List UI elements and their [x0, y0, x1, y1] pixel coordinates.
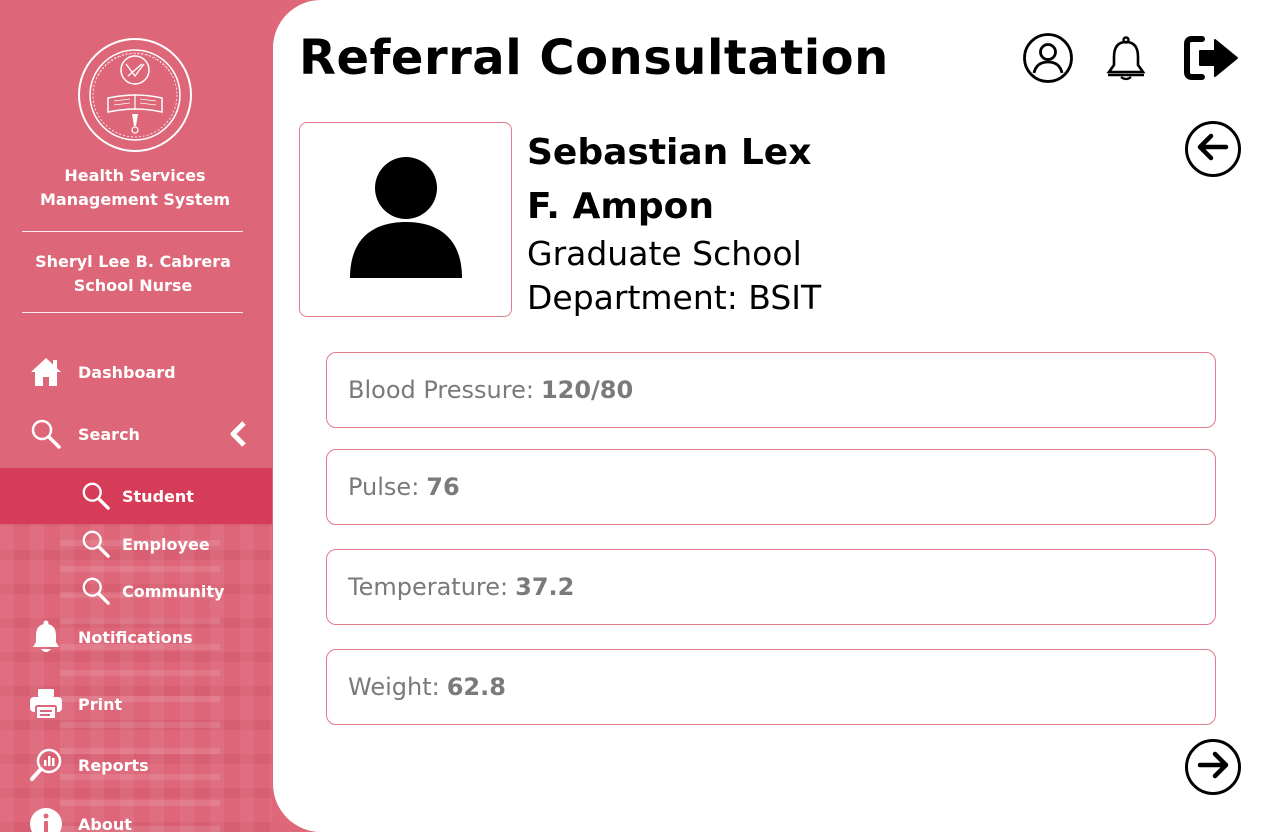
sidebar-item-label: Print [78, 694, 123, 714]
vital-value: 62.8 [446, 673, 506, 701]
page-title: Referral Consultation [299, 30, 889, 86]
vital-value: 37.2 [515, 573, 575, 601]
sidebar-item-community[interactable]: Community [0, 571, 272, 611]
arrow-left-icon [1197, 133, 1229, 165]
printer-icon [28, 686, 64, 722]
user-avatar-icon [348, 156, 464, 284]
bell-icon [1104, 35, 1148, 85]
sidebar-item-reports[interactable]: Reports [0, 745, 272, 785]
sidebar-item-about[interactable]: About [0, 804, 272, 832]
patient-info: Graduate School Department: BSIT [527, 232, 821, 320]
chevron-left-icon[interactable] [228, 420, 248, 448]
vital-temperature: Temperature: 37.2 [326, 549, 1216, 625]
app-title-line2: Management System [40, 190, 230, 209]
university-seal-logo [78, 38, 192, 152]
app-title: Health Services Management System [0, 164, 270, 212]
logout-button[interactable] [1184, 32, 1240, 88]
user-role: School Nurse [73, 276, 193, 295]
sidebar-item-label: Reports [78, 755, 149, 775]
info-icon [28, 806, 64, 832]
vital-value: 76 [426, 473, 460, 501]
notifications-button[interactable] [1098, 32, 1154, 88]
vital-value: 120/80 [540, 376, 634, 404]
vital-label: Blood Pressure: [348, 376, 534, 404]
vital-label: Weight: [348, 673, 440, 701]
sidebar-item-label: About [78, 814, 132, 832]
sidebar-item-employee[interactable]: Employee [0, 524, 272, 564]
search-icon [28, 416, 64, 452]
patient-name-line1: Sebastian Lex [527, 132, 812, 173]
arrow-right-icon [1197, 751, 1229, 783]
patient-school: Graduate School [527, 234, 802, 273]
report-search-icon [28, 747, 64, 783]
back-button[interactable] [1185, 121, 1241, 177]
sidebar-item-student[interactable]: Student [0, 468, 272, 524]
search-icon [78, 478, 114, 514]
home-icon [28, 354, 64, 390]
sidebar-item-label: Notifications [78, 627, 193, 647]
vital-label: Pulse: [348, 473, 420, 501]
user-name: Sheryl Lee B. Cabrera [35, 252, 231, 271]
sidebar-item-dashboard[interactable]: Dashboard [0, 352, 272, 392]
next-button[interactable] [1185, 739, 1241, 795]
patient-name: Sebastian Lex F. Ampon [527, 126, 811, 234]
main-panel: Referral Consultation Sebastian Lex F. A… [273, 0, 1280, 832]
sidebar-divider [22, 312, 243, 313]
sidebar-item-label: Dashboard [78, 362, 176, 382]
vital-pulse: Pulse: 76 [326, 449, 1216, 525]
patient-name-line2: F. Ampon [527, 186, 715, 227]
sidebar-item-label: Community [122, 581, 225, 601]
search-icon [78, 573, 114, 609]
sidebar-item-print[interactable]: Print [0, 684, 272, 724]
vital-blood-pressure: Blood Pressure: 120/80 [326, 352, 1216, 428]
sidebar-divider [22, 231, 243, 232]
user-profile-button[interactable] [1020, 32, 1076, 88]
sidebar-item-label: Student [122, 486, 194, 506]
sidebar-item-notifications[interactable]: Notifications [0, 617, 272, 657]
sidebar: Health Services Management System Sheryl… [0, 0, 272, 832]
vital-label: Temperature: [348, 573, 509, 601]
vital-weight: Weight: 62.8 [326, 649, 1216, 725]
patient-department: Department: BSIT [527, 278, 822, 317]
user-circle-icon [1022, 32, 1074, 88]
sidebar-item-label: Search [78, 424, 140, 444]
patient-photo [299, 122, 512, 317]
search-icon [78, 526, 114, 562]
sidebar-item-label: Employee [122, 534, 210, 554]
user-info: Sheryl Lee B. Cabrera School Nurse [0, 250, 266, 298]
bell-icon [28, 619, 64, 655]
sidebar-item-search[interactable]: Search [0, 414, 272, 454]
logout-icon [1184, 35, 1240, 85]
app-title-line1: Health Services [64, 166, 206, 185]
